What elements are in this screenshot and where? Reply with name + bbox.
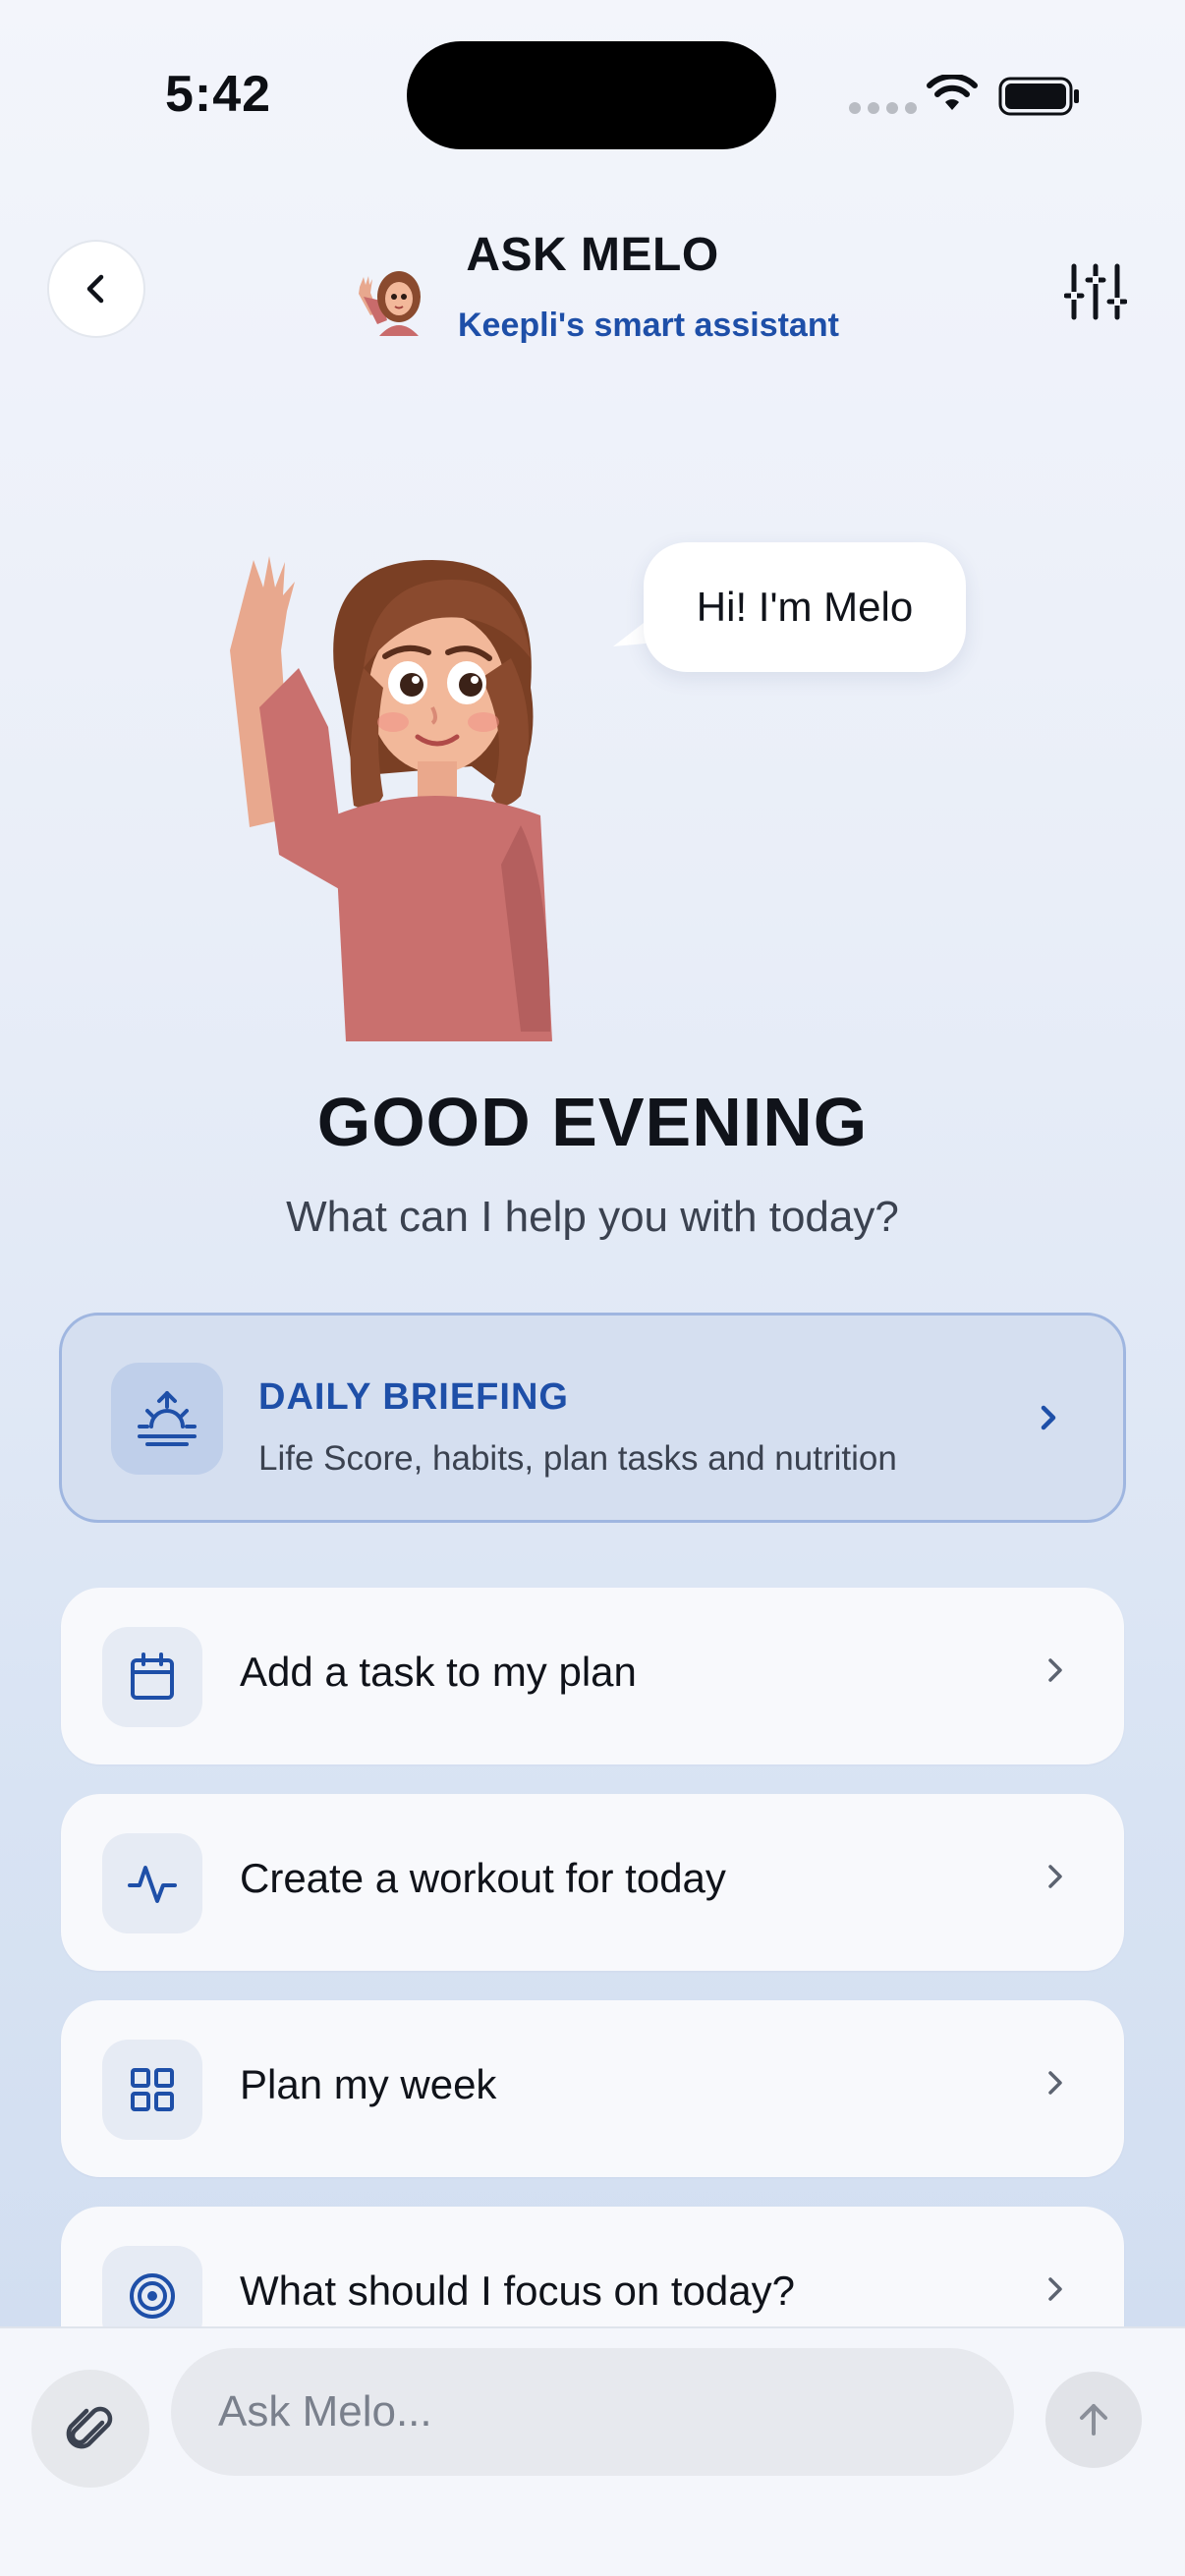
chevron-right-icon (1048, 1865, 1062, 1888)
greeting-heading: GOOD EVENING (316, 1084, 869, 1160)
chevron-right-icon (1041, 1405, 1056, 1430)
activity-icon (128, 1866, 177, 1903)
action-icon-container (102, 1833, 202, 1933)
status-bar: 5:42 (0, 0, 1185, 149)
action-add-task[interactable]: Add a task to my plan (61, 1588, 1124, 1764)
action-label: What should I focus on today? (240, 2268, 796, 2314)
target-icon (130, 2273, 175, 2319)
chevron-right-icon (1048, 1658, 1062, 1682)
briefing-title: DAILY BRIEFING (258, 1376, 569, 1418)
page-subtitle: Keepli's smart assistant (458, 307, 839, 344)
send-button[interactable] (1045, 2372, 1142, 2468)
action-icon-container (102, 2040, 202, 2140)
page-title: ASK MELO (466, 229, 719, 281)
composer-bar (0, 2326, 1185, 2576)
wifi-icon (927, 75, 978, 110)
ask-melo-input[interactable] (171, 2348, 1014, 2476)
speech-bubble: Hi! I'm Melo (644, 542, 966, 672)
daily-briefing-card[interactable]: DAILY BRIEFING Life Score, habits, plan … (59, 1313, 1126, 1523)
chevron-right-icon (1048, 2277, 1062, 2301)
action-plan-week[interactable]: Plan my week (61, 2000, 1124, 2177)
attach-button[interactable] (31, 2370, 149, 2488)
status-time: 5:42 (165, 66, 272, 123)
sliders-icon (1064, 263, 1127, 320)
chevron-right-icon (1048, 2071, 1062, 2095)
greeting-subtitle: What can I help you with today? (286, 1193, 899, 1241)
action-create-workout[interactable]: Create a workout for today (61, 1794, 1124, 1971)
melo-mascot-illustration (230, 556, 552, 1041)
paperclip-icon (66, 2406, 113, 2449)
briefing-icon-container (111, 1363, 223, 1475)
battery-icon (998, 77, 1079, 116)
signal-icon (849, 102, 917, 114)
sunrise-icon (138, 1391, 197, 1446)
calendar-icon (131, 1652, 174, 1700)
action-label: Plan my week (240, 2061, 497, 2107)
dynamic-island (407, 41, 776, 149)
action-label: Create a workout for today (240, 1855, 726, 1901)
action-icon-container (102, 1627, 202, 1727)
action-label: Add a task to my plan (240, 1649, 637, 1695)
settings-button[interactable] (1061, 257, 1130, 326)
arrow-up-icon (1080, 2404, 1107, 2436)
grid-icon (131, 2068, 174, 2111)
briefing-description: Life Score, habits, plan tasks and nutri… (258, 1439, 897, 1478)
